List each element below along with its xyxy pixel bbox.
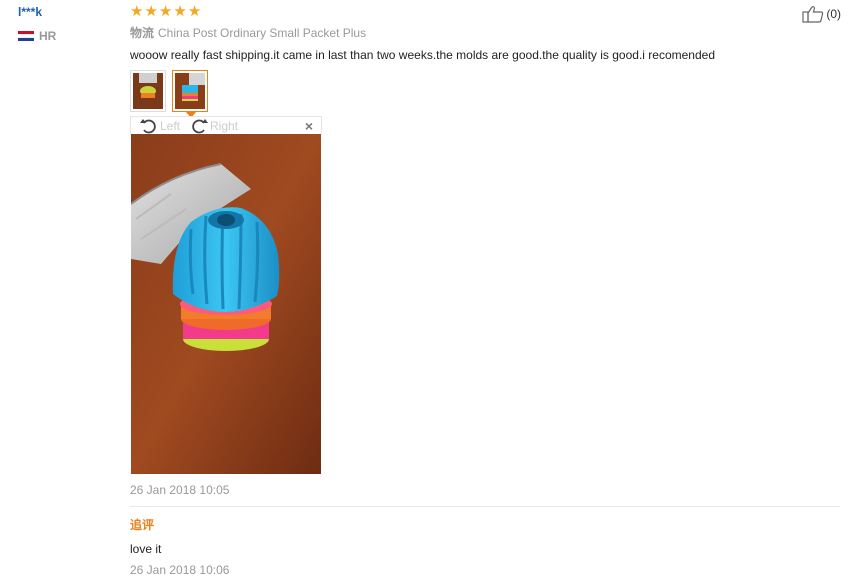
image-viewer-toolbar: Left Right × [130, 116, 322, 135]
rotate-right-icon [192, 119, 208, 134]
review-date: 26 Jan 2018 10:05 [130, 483, 230, 497]
helpful-button[interactable]: (0) [802, 5, 841, 23]
additional-feedback-label: 追评 [130, 518, 155, 532]
rotate-right-button[interactable]: Right [189, 117, 238, 135]
reviewer-country: HR [18, 29, 56, 43]
divider [130, 506, 840, 507]
logistics-value: China Post Ordinary Small Packet Plus [158, 26, 367, 40]
rotate-right-label: Right [210, 119, 239, 133]
additional-feedback-date: 26 Jan 2018 10:06 [130, 563, 230, 577]
review-text: wooow really fast shipping.it came in la… [130, 48, 715, 62]
review-photo-enlarged [131, 134, 321, 474]
review-photo-image [131, 134, 321, 474]
country-code: HR [39, 29, 57, 43]
logistics-info: 物流 China Post Ordinary Small Packet Plus [130, 24, 366, 41]
croatia-flag-icon [18, 31, 34, 41]
review-photo-thumbnail-1[interactable] [130, 70, 166, 112]
review-thumbnails [130, 70, 208, 118]
star-icon: ★ [144, 3, 158, 20]
rotate-left-icon [140, 119, 156, 134]
star-icon: ★ [173, 3, 187, 20]
photo-thumbnail-image [133, 73, 163, 109]
helpful-count: (0) [826, 7, 841, 21]
reviewer-name: l***k [18, 5, 43, 19]
star-icon: ★ [158, 3, 173, 20]
star-icon: ★ [187, 3, 202, 20]
star-rating: ★ ★ ★ ★ ★ [130, 4, 201, 19]
close-viewer-button[interactable]: × [305, 118, 313, 134]
photo-thumbnail-image [175, 73, 205, 109]
thumbs-up-icon [802, 6, 824, 23]
additional-feedback-text: love it [130, 542, 162, 556]
rotate-left-button[interactable]: Left [139, 117, 180, 135]
star-icon: ★ [130, 3, 144, 20]
rotate-left-label: Left [160, 119, 181, 133]
logistics-label: 物流 [130, 26, 155, 40]
review-photo-thumbnail-2[interactable] [172, 70, 208, 118]
